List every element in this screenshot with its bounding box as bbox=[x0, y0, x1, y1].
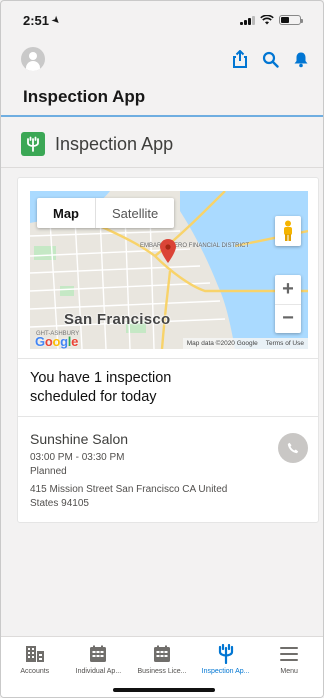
app-title: Inspection App bbox=[23, 87, 146, 106]
page-header-divider bbox=[1, 167, 323, 168]
status-bar: 2:51 ➤ bbox=[1, 1, 323, 39]
map-tab-satellite[interactable]: Satellite bbox=[96, 198, 174, 228]
system-icons bbox=[240, 15, 303, 25]
tab-label: Inspection Ap... bbox=[201, 668, 250, 675]
map-tab-map[interactable]: Map bbox=[37, 198, 96, 228]
top-bar bbox=[1, 39, 323, 79]
inspection-record[interactable]: Sunshine Salon 03:00 PM - 03:30 PM Plann… bbox=[30, 431, 300, 511]
inspection-card: Map Satellite + − EMBARCADERO FINANCIAL … bbox=[17, 177, 319, 523]
inspection-summary: You have 1 inspection scheduled for toda… bbox=[30, 370, 172, 405]
divider bbox=[18, 358, 318, 359]
tab-label: Individual Ap... bbox=[75, 668, 122, 675]
city-label: San Francisco bbox=[64, 311, 171, 328]
share-icon[interactable] bbox=[232, 50, 248, 68]
battery-icon bbox=[279, 15, 303, 25]
signal-icon bbox=[240, 15, 255, 25]
menu-icon bbox=[280, 647, 299, 661]
tab-label: Menu bbox=[280, 668, 298, 675]
terms-of-use-link[interactable]: Terms of Use bbox=[266, 340, 304, 347]
zoom-in-button[interactable]: + bbox=[275, 275, 301, 305]
call-button[interactable] bbox=[278, 433, 308, 463]
notification-bell-icon[interactable] bbox=[293, 51, 309, 68]
clock: 2:51 bbox=[23, 12, 50, 28]
accounts-icon bbox=[25, 646, 44, 662]
phone-screen: 2:51 ➤ Inspection App Inspection App Map… bbox=[0, 0, 324, 698]
location-pin-icon[interactable] bbox=[160, 239, 176, 263]
tab-menu[interactable]: Menu bbox=[257, 643, 321, 697]
inspection-status: Planned bbox=[30, 466, 67, 477]
divider bbox=[18, 416, 318, 417]
zoom-out-button[interactable]: − bbox=[275, 305, 301, 334]
avatar[interactable] bbox=[21, 47, 45, 71]
home-indicator bbox=[113, 688, 215, 692]
inspection-time: 03:00 PM - 03:30 PM bbox=[30, 452, 125, 463]
status-time: 2:51 ➤ bbox=[23, 12, 63, 28]
tab-accounts[interactable]: Accounts bbox=[3, 643, 67, 697]
inspection-app-icon bbox=[21, 132, 45, 156]
street-view-pegman-icon[interactable] bbox=[275, 216, 301, 246]
google-logo: Google bbox=[35, 334, 79, 349]
page-header: Inspection App bbox=[9, 122, 317, 166]
inspection-app-icon bbox=[218, 644, 233, 664]
title-underline bbox=[1, 115, 323, 117]
business-license-icon bbox=[153, 645, 170, 662]
location-arrow-icon: ➤ bbox=[49, 13, 63, 26]
inspection-address: 415 Mission Street San Francisco CA Unit… bbox=[30, 484, 228, 509]
top-actions bbox=[232, 50, 309, 68]
search-icon[interactable] bbox=[262, 51, 279, 68]
zoom-controls: + − bbox=[275, 275, 301, 333]
tab-label: Accounts bbox=[20, 668, 50, 675]
page-header-title: Inspection App bbox=[55, 133, 174, 154]
individual-app-icon bbox=[90, 645, 107, 662]
map-attribution: Map data ©2020 Google Terms of Use bbox=[182, 338, 308, 349]
phone-icon bbox=[287, 442, 299, 454]
map-view[interactable]: Map Satellite + − EMBARCADERO FINANCIAL … bbox=[30, 191, 308, 349]
tab-label: Business Lice... bbox=[137, 668, 187, 675]
map-type-toggle: Map Satellite bbox=[37, 198, 175, 228]
map-data-credit: Map data ©2020 Google bbox=[186, 340, 258, 347]
wifi-icon bbox=[260, 15, 274, 25]
district-label: EMBARCADERO FINANCIAL DISTRICT bbox=[140, 243, 250, 249]
inspection-name[interactable]: Sunshine Salon bbox=[30, 431, 300, 447]
